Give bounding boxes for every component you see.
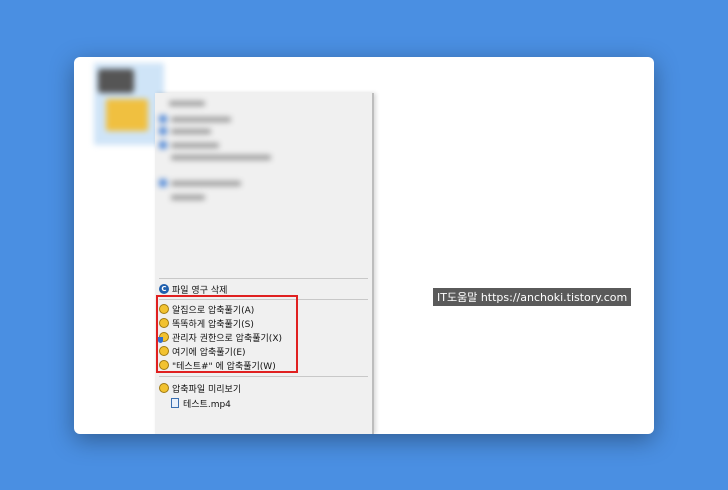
file-icon	[171, 398, 179, 408]
explorer-window: C 파일 영구 삭제 알집으로 압축풀기(A) 똑똑하게 압축풀기(S) 관리자…	[74, 57, 654, 434]
blurred-menu-items	[155, 93, 372, 273]
menu-item-archive-preview[interactable]: 압축파일 미리보기	[159, 381, 241, 395]
menu-item-label: 테스트.mp4	[183, 399, 231, 410]
delete-permanently-icon: C	[159, 284, 169, 294]
folder-icon	[106, 99, 148, 131]
watermark: IT도움말 https://anchoki.tistory.com	[433, 288, 632, 306]
menu-item-delete-permanently[interactable]: C 파일 영구 삭제	[159, 282, 227, 296]
menu-separator	[159, 376, 368, 377]
menu-separator	[159, 278, 368, 279]
menu-item-label: 파일 영구 삭제	[172, 285, 228, 296]
alzip-icon	[159, 383, 169, 393]
blurred-zip-file-icon[interactable]	[94, 63, 164, 145]
desktop-background: { "context_menu": { "delete_permanently"…	[0, 0, 728, 490]
menu-item-label: 압축파일 미리보기	[172, 384, 242, 395]
file-badge	[98, 69, 134, 93]
red-highlight-box	[156, 295, 298, 373]
context-menu: C 파일 영구 삭제 알집으로 압축풀기(A) 똑똑하게 압축풀기(S) 관리자…	[155, 93, 374, 434]
menu-item-preview-file[interactable]: 테스트.mp4	[171, 396, 231, 410]
